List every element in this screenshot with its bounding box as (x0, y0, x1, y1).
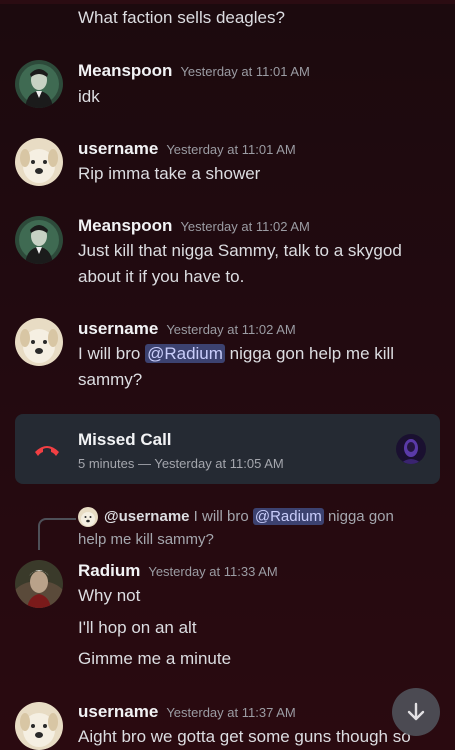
author-name[interactable]: username (78, 139, 158, 158)
missed-call-card[interactable]: Missed Call 5 minutes — Yesterday at 11:… (15, 414, 440, 484)
message-text: idk (78, 87, 100, 106)
message-header: Meanspoon Yesterday at 11:02 AM (78, 216, 310, 236)
message-header: username Yesterday at 11:02 AM (78, 319, 296, 339)
avatar-meanspoon[interactable] (15, 60, 63, 108)
text-segment: I will bro (78, 344, 146, 363)
reply-preview[interactable]: @username I will bro @Radium nigga gon (104, 508, 394, 525)
author-name[interactable]: Meanspoon (78, 61, 172, 80)
arrow-down-icon (407, 702, 425, 721)
message-header: Meanspoon Yesterday at 11:01 AM (78, 61, 310, 81)
phone-hangup-icon (33, 436, 61, 462)
timestamp: Yesterday at 11:01 AM (180, 64, 310, 79)
avatar-username[interactable] (15, 702, 63, 750)
avatar-username[interactable] (15, 138, 63, 186)
message-text: Rip imma take a shower (78, 164, 261, 183)
message-header: username Yesterday at 11:01 AM (78, 139, 296, 159)
avatar-meanspoon[interactable] (15, 216, 63, 264)
timestamp: Yesterday at 11:02 AM (166, 322, 296, 337)
message-text: I'll hop on an alt (78, 618, 197, 637)
message-text: sammy? (78, 370, 143, 389)
reply-avatar (78, 507, 98, 527)
avatar-radium[interactable] (15, 560, 63, 608)
message-header: username Yesterday at 11:37 AM (78, 702, 296, 722)
scroll-to-bottom-button[interactable] (392, 688, 440, 736)
message-header: Radium Yesterday at 11:33 AM (78, 561, 278, 581)
timestamp: Yesterday at 11:01 AM (166, 142, 296, 157)
message-text: about it if you have to. (78, 267, 245, 286)
author-name[interactable]: Radium (78, 561, 140, 580)
message-text: What faction sells deagles? (78, 8, 285, 27)
timestamp: Yesterday at 11:33 AM (148, 564, 278, 579)
author-name[interactable]: username (78, 702, 158, 721)
reply-username: @username (104, 508, 190, 525)
message-text: I will bro @Radium nigga gon help me kil… (78, 341, 438, 367)
timestamp: Yesterday at 11:37 AM (166, 705, 296, 720)
user-mention: @Radium (252, 508, 324, 525)
top-edge (0, 0, 455, 4)
user-mention[interactable]: @Radium (145, 344, 225, 363)
reply-connector (38, 518, 76, 550)
author-name[interactable]: username (78, 319, 158, 338)
avatar-username[interactable] (15, 318, 63, 366)
text-segment: nigga gon help me kill (224, 344, 395, 363)
timestamp: Yesterday at 11:02 AM (180, 219, 310, 234)
text-segment: nigga gon (323, 508, 394, 525)
message-text: Gimme me a minute (78, 649, 232, 668)
text-segment: I will bro (189, 508, 253, 525)
message-text: Just kill that nigga Sammy, talk to a sk… (78, 241, 402, 260)
caller-avatar[interactable] (396, 434, 426, 464)
author-name[interactable]: Meanspoon (78, 216, 172, 235)
message-text: Why not (78, 586, 141, 605)
missed-call-subtitle: 5 minutes — Yesterday at 11:05 AM (78, 456, 284, 471)
message-text: Aight bro we gotta get some guns though … (78, 727, 411, 746)
missed-call-title: Missed Call (78, 430, 172, 449)
reply-preview-text: help me kill sammy? (78, 531, 214, 548)
